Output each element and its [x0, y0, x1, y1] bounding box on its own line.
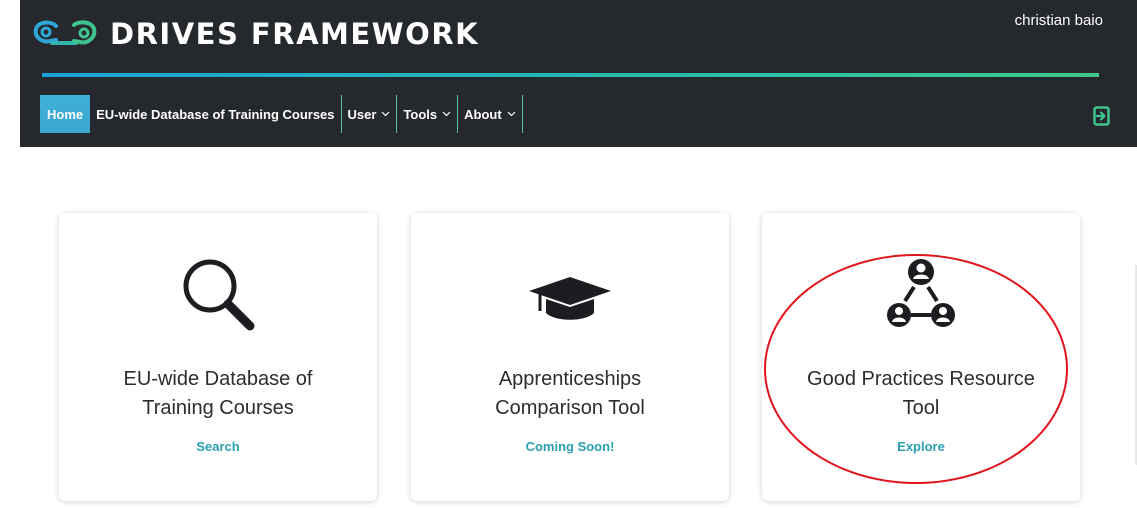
card-title: EU-wide Database of Training Courses — [59, 365, 377, 423]
chevron-down-icon — [382, 111, 390, 117]
card-eu-database[interactable]: EU-wide Database of Training Courses Sea… — [59, 213, 377, 501]
nav-user-label: User — [347, 106, 377, 122]
search-icon — [183, 259, 255, 331]
coming-soon-link[interactable]: Coming Soon! — [411, 439, 729, 454]
card-title-line: Comparison Tool — [495, 397, 645, 419]
chevron-down-icon — [442, 111, 451, 117]
nav-tools[interactable]: Tools — [397, 95, 459, 133]
card-title-line: Apprenticeships — [498, 368, 642, 390]
card-title-line: Tool — [902, 397, 940, 419]
nav-about[interactable]: About — [458, 95, 523, 133]
card-apprenticeships[interactable]: Apprenticeships Comparison Tool Coming S… — [411, 213, 729, 501]
nav-home[interactable]: Home — [40, 95, 91, 133]
logout-icon[interactable] — [1093, 106, 1110, 126]
card-title: Apprenticeships Comparison Tool — [411, 365, 729, 423]
card-title-line: Training Courses — [142, 397, 294, 419]
card-title: Good Practices Resource Tool — [762, 365, 1080, 423]
user-name[interactable]: christian baio — [1015, 12, 1103, 29]
drives-logo-icon — [33, 20, 97, 45]
explore-link[interactable]: Explore — [762, 439, 1080, 454]
top-header: DRIVES FRAMEWORK christian baio Home EU-… — [20, 0, 1137, 147]
card-title-line: EU-wide Database of — [123, 368, 313, 390]
nav-about-label: About — [464, 106, 502, 122]
search-link[interactable]: Search — [59, 439, 377, 454]
graduation-cap-icon — [529, 277, 611, 320]
nav-eu-database[interactable]: EU-wide Database of Training Courses — [90, 95, 342, 133]
header-divider — [42, 73, 1099, 77]
brand-name: DRIVES FRAMEWORK — [110, 17, 480, 51]
network-users-icon — [887, 259, 955, 327]
nav-home-label: Home — [47, 106, 84, 122]
nav-eu-database-label: EU-wide Database of Training Courses — [96, 106, 335, 122]
nav-user[interactable]: User — [342, 95, 398, 133]
brand-logo[interactable]: DRIVES FRAMEWORK — [32, 17, 479, 51]
main-nav: Home EU-wide Database of Training Course… — [40, 95, 523, 133]
card-good-practices[interactable]: Good Practices Resource Tool Explore — [762, 213, 1080, 501]
chevron-down-icon — [507, 111, 516, 117]
nav-tools-label: Tools — [403, 106, 438, 122]
card-title-line: Good Practices Resource — [807, 368, 1035, 390]
